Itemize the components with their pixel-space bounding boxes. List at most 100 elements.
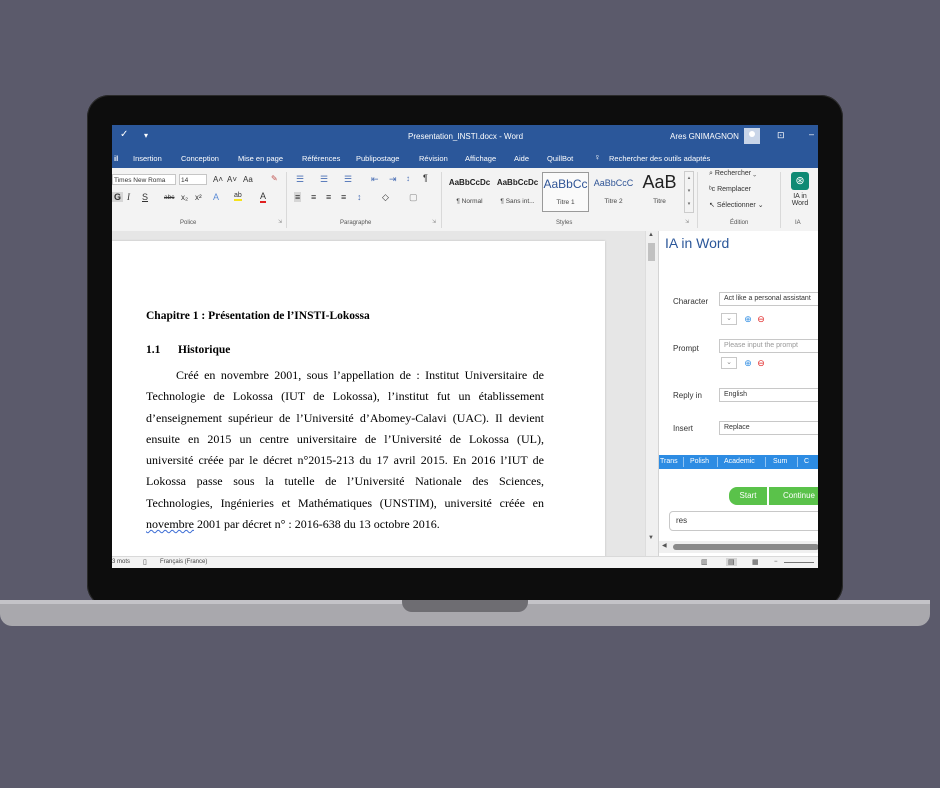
- select-button[interactable]: ↖ Sélectionner ⌄: [709, 201, 764, 209]
- pilcrow-icon[interactable]: ¶: [423, 173, 428, 183]
- bold-button[interactable]: G: [112, 192, 124, 202]
- chatgpt-icon: ⊛: [791, 172, 809, 190]
- print-layout-icon[interactable]: ▤: [726, 558, 737, 566]
- pane-scroll-thumb[interactable]: [673, 544, 818, 550]
- justify-icon[interactable]: ≡: [341, 192, 346, 202]
- zoom-slider[interactable]: [784, 562, 814, 563]
- style-titre[interactable]: AaB Titre: [636, 172, 683, 212]
- superscript-button[interactable]: x²: [195, 193, 202, 202]
- tab-c[interactable]: C: [804, 458, 809, 465]
- tell-me-search[interactable]: Rechercher des outils adaptés: [609, 154, 710, 163]
- document-page[interactable]: Chapitre 1 : Présentation de l’INSTI-Lok…: [112, 241, 605, 556]
- ribbon-display-icon[interactable]: ⊡: [777, 130, 785, 141]
- insert-mode-field[interactable]: Replace: [719, 421, 818, 435]
- shading-icon[interactable]: ◇: [382, 192, 389, 203]
- action-tabs: Trans Polish Academic Sum C: [659, 455, 818, 469]
- text-effects-button[interactable]: A: [213, 192, 219, 202]
- add-character-icon[interactable]: ⊕: [743, 314, 753, 324]
- styles-dialog-launcher-icon[interactable]: ⇲: [685, 219, 689, 225]
- subscript-button[interactable]: x₂: [181, 193, 188, 202]
- tab-academic[interactable]: Academic: [724, 458, 755, 465]
- prompt-dropdown[interactable]: ⌄: [721, 357, 737, 369]
- tab-polish[interactable]: Polish: [690, 458, 709, 465]
- font-dialog-launcher-icon[interactable]: ⇲: [278, 219, 282, 225]
- align-left-icon[interactable]: ≡: [294, 192, 302, 202]
- document-scrollbar[interactable]: ▲ ▼: [645, 231, 658, 556]
- continue-button[interactable]: Continue: [769, 487, 818, 505]
- align-center-icon[interactable]: ≡: [311, 192, 316, 202]
- scroll-thumb[interactable]: [648, 243, 655, 261]
- highlight-button[interactable]: ab: [234, 192, 242, 201]
- ia-in-word-button[interactable]: ⊛ IA in Word: [788, 170, 812, 218]
- spelling-flagged-word[interactable]: novembre: [146, 517, 194, 531]
- character-field[interactable]: Act like a personal assistant: [719, 292, 818, 306]
- zoom-out-button[interactable]: −: [774, 559, 778, 565]
- shrink-font-button[interactable]: A˅: [227, 175, 237, 184]
- bullets-icon[interactable]: ☰: [296, 174, 304, 185]
- start-button[interactable]: Start: [729, 487, 767, 505]
- clear-format-icon[interactable]: ✎: [271, 174, 278, 183]
- spellcheck-icon[interactable]: ✓: [120, 129, 128, 140]
- prompt-field[interactable]: Please input the prompt: [719, 339, 818, 353]
- tab-insertion[interactable]: Insertion: [133, 154, 162, 163]
- underline-button[interactable]: S: [142, 192, 148, 202]
- tab-sum[interactable]: Sum: [773, 458, 787, 465]
- style-sans-interligne[interactable]: AaBbCcDc ¶ Sans int...: [494, 172, 541, 212]
- italic-button[interactable]: I: [127, 192, 130, 202]
- character-dropdown[interactable]: ⌄: [721, 313, 737, 325]
- decrease-indent-icon[interactable]: ⇤: [371, 174, 379, 185]
- language-indicator[interactable]: Français (France): [160, 559, 207, 565]
- add-prompt-icon[interactable]: ⊕: [743, 358, 753, 368]
- tab-quillbot[interactable]: QuillBot: [547, 154, 573, 163]
- character-label: Character: [673, 297, 709, 306]
- paragraph-dialog-launcher-icon[interactable]: ⇲: [432, 219, 436, 225]
- multilevel-list-icon[interactable]: ☰: [344, 174, 352, 185]
- line-spacing-icon[interactable]: ↕: [357, 192, 362, 202]
- find-button[interactable]: ⌕ Rechercher ⌄: [709, 170, 756, 178]
- grow-font-button[interactable]: A˄: [213, 175, 223, 184]
- tab-references[interactable]: Références: [302, 154, 340, 163]
- result-field[interactable]: res: [669, 511, 818, 531]
- styles-group-label: Styles: [556, 220, 573, 226]
- read-mode-icon[interactable]: ▥: [701, 558, 708, 566]
- style-normal[interactable]: AaBbCcDc ¶ Normal: [446, 172, 493, 212]
- remove-prompt-icon[interactable]: ⊖: [756, 358, 766, 368]
- style-titre-1[interactable]: AaBbCc Titre 1: [542, 172, 589, 212]
- tab-publipostage[interactable]: Publipostage: [356, 154, 399, 163]
- strikethrough-button[interactable]: abc: [164, 194, 174, 201]
- divider: [780, 172, 781, 228]
- word-count[interactable]: 3 mots: [112, 559, 130, 565]
- sort-icon[interactable]: ↕: [406, 174, 410, 183]
- tab-revision[interactable]: Révision: [419, 154, 448, 163]
- scroll-left-icon[interactable]: ◀: [662, 542, 667, 549]
- borders-icon[interactable]: ▢: [409, 192, 418, 203]
- user-name[interactable]: Ares GNIMAGNON: [670, 132, 739, 141]
- tab-conception[interactable]: Conception: [181, 154, 219, 163]
- tab-trans[interactable]: Trans: [660, 458, 678, 465]
- replace-button[interactable]: ᵇc Remplacer: [709, 186, 751, 193]
- remove-character-icon[interactable]: ⊖: [756, 314, 766, 324]
- tab-mise-en-page[interactable]: Mise en page: [238, 154, 283, 163]
- tab-affichage[interactable]: Affichage: [465, 154, 496, 163]
- numbering-icon[interactable]: ☰: [320, 174, 328, 185]
- proofing-icon[interactable]: ▯: [143, 558, 147, 566]
- align-right-icon[interactable]: ≡: [326, 192, 331, 202]
- tab-home[interactable]: il: [114, 154, 118, 163]
- increase-indent-icon[interactable]: ⇥: [389, 174, 397, 185]
- scroll-up-icon[interactable]: ▲: [648, 232, 654, 238]
- qat-dropdown-icon[interactable]: ▾: [144, 131, 148, 140]
- font-color-button[interactable]: A: [260, 191, 267, 203]
- minimize-icon[interactable]: –: [809, 129, 814, 139]
- pane-horizontal-scrollbar[interactable]: ◀: [659, 541, 818, 553]
- font-size-field[interactable]: 14: [179, 174, 207, 185]
- styles-scroll-icon[interactable]: ▴ ▾ ▾: [684, 171, 694, 213]
- web-layout-icon[interactable]: ▦: [752, 558, 759, 566]
- change-case-button[interactable]: Aa: [243, 175, 253, 184]
- avatar[interactable]: [744, 128, 760, 144]
- font-name-field[interactable]: Times New Roma: [112, 174, 176, 185]
- paragraph-line: Technologies, Ingénieries et Mathématiqu…: [146, 495, 544, 510]
- style-titre-2[interactable]: AaBbCcC Titre 2: [590, 172, 637, 212]
- reply-language-field[interactable]: English: [719, 388, 818, 402]
- tab-aide[interactable]: Aide: [514, 154, 529, 163]
- scroll-down-icon[interactable]: ▼: [648, 535, 654, 541]
